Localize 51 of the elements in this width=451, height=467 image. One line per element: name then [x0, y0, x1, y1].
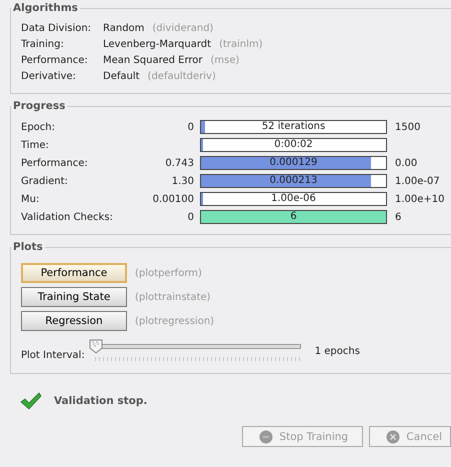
- plot-button[interactable]: Performance: [21, 263, 127, 283]
- stop-icon: [259, 430, 274, 444]
- start-value: 0.00100: [152, 194, 194, 204]
- progress-reading: 0.000129: [268, 157, 318, 169]
- field-label: Mu:: [21, 194, 40, 204]
- field-value: Mean Squared Error: [103, 54, 203, 67]
- function-name: (trainlm): [219, 38, 263, 51]
- field-label: Derivative:: [21, 70, 77, 83]
- field-label: Plot Interval:: [21, 350, 85, 360]
- panel-title: Plots: [12, 241, 44, 253]
- function-name: (plotregression): [135, 316, 216, 326]
- status-message: Validation stop.: [54, 395, 148, 407]
- field-value: Levenberg-Marquardt: [103, 38, 212, 51]
- plot-button[interactable]: Training State: [21, 287, 127, 307]
- progress-reading: 0.000213: [268, 175, 318, 187]
- plot-interval-slider[interactable]: [88, 339, 301, 363]
- end-value: 1.00e+10: [395, 194, 445, 204]
- field-value: Random: [103, 22, 144, 35]
- end-value: 1500: [395, 122, 420, 132]
- progress-reading: 6: [289, 211, 298, 223]
- start-value: 0.743: [165, 158, 194, 168]
- field-value: Default: [103, 70, 140, 83]
- end-value: 6: [395, 212, 402, 222]
- progress-reading: 0:00:02: [273, 139, 314, 151]
- slider-reading: 1 epochs: [314, 346, 360, 356]
- function-name: (defaultderiv): [148, 70, 216, 83]
- function-name: (plottrainstate): [135, 292, 212, 302]
- field-label: Performance:: [21, 54, 89, 67]
- function-name: (plotperform): [135, 268, 203, 278]
- function-name: (mse): [210, 54, 240, 67]
- start-value: 0: [188, 212, 194, 222]
- end-value: 1.00e-07: [395, 176, 440, 186]
- slider-thumb[interactable]: [88, 339, 103, 354]
- start-value: 0: [188, 122, 194, 132]
- field-label: Performance:: [21, 158, 89, 168]
- progress-reading: 1.00e-06: [270, 193, 317, 205]
- start-value: 1.30: [172, 176, 194, 186]
- plot-button[interactable]: Regression: [21, 311, 127, 331]
- progress-reading: 52 iterations: [260, 121, 326, 133]
- field-label: Epoch:: [21, 122, 56, 132]
- cancel-icon: [386, 430, 400, 444]
- field-label: Time:: [21, 140, 50, 150]
- check-icon: [20, 392, 42, 410]
- field-label: Data Division:: [21, 22, 92, 35]
- field-label: Training:: [21, 38, 65, 51]
- panel-title: Algorithms: [12, 2, 79, 14]
- end-value: 0.00: [395, 158, 418, 168]
- function-name: (dividerand): [152, 22, 214, 35]
- panel-title: Progress: [12, 100, 66, 112]
- field-label: Validation Checks:: [21, 212, 114, 222]
- field-label: Gradient:: [21, 176, 69, 186]
